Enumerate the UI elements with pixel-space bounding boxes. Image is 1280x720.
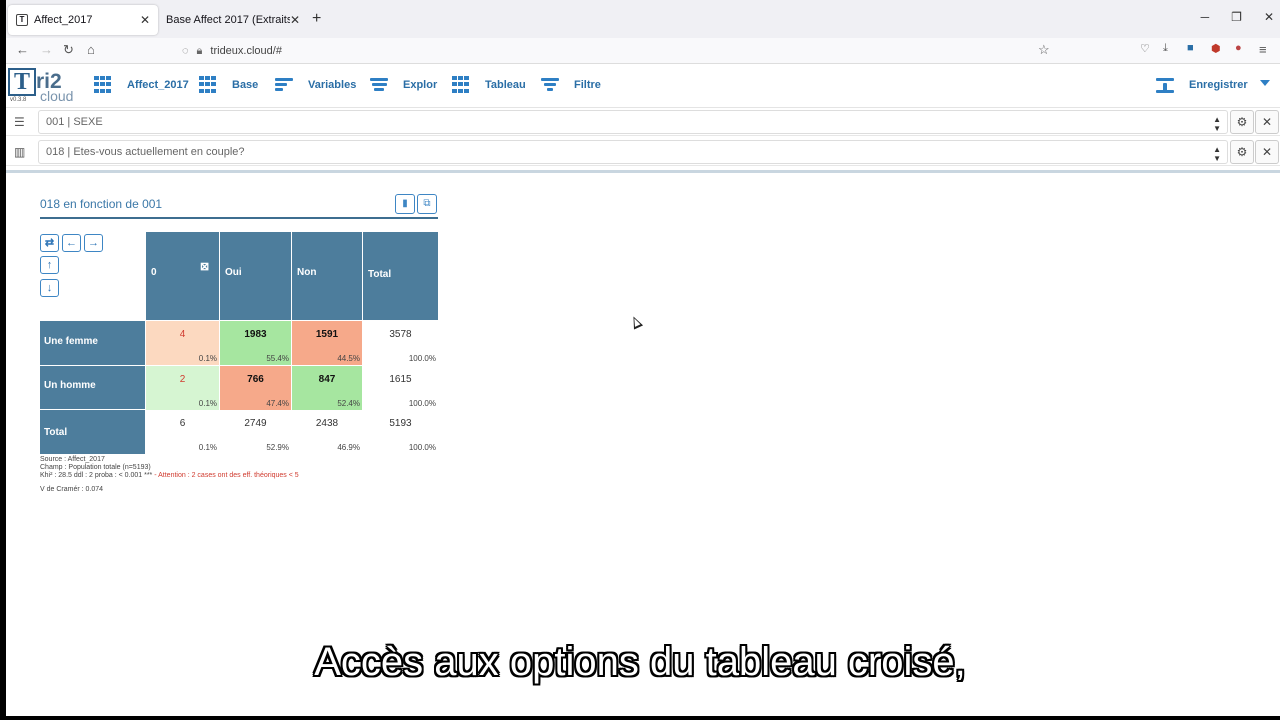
column-settings-gear-icon[interactable]: ⚙ [1230,140,1254,164]
browser-tab-base[interactable]: Base Affect 2017 (Extraits)(1) ✕ [158,5,308,35]
tri2-favicon-icon: T [16,14,28,26]
home-icon[interactable]: ⌂ [87,42,95,57]
title-underline [40,217,438,219]
columns-chart-icon: ▥ [14,145,26,159]
explor-bars-icon [370,76,391,94]
table-cell: 2 0.1% [146,366,219,410]
table-add-icon [94,76,115,94]
video-frame-edge [0,0,6,720]
browser-tab-affect[interactable]: T Affect_2017 ✕ [8,5,158,35]
minimize-icon[interactable]: ─ [1201,10,1210,24]
table-cell: 6 0.1% [146,410,219,454]
tri2-logo: T ri2 cloud v0.3.8 [8,68,74,104]
back-arrow-icon[interactable]: ← [16,42,29,57]
video-frame-edge [0,716,1280,720]
window-close-icon[interactable]: ✕ [1264,10,1274,24]
table-cell: 847 52.4% [292,366,362,410]
forward-arrow-icon[interactable]: → [40,42,53,57]
chart-view-icon[interactable]: ▮ [395,194,415,214]
pocket-icon[interactable]: ♡ [1140,42,1150,55]
crosstab-title: 018 en fonction de 001 [40,197,163,211]
table-cell: 3578 100.0% [363,321,438,365]
lock-icon: 🔒︎ [196,44,203,57]
table-cell: 766 47.4% [220,366,291,410]
select-updown-icon: ▲ ▼ [1213,145,1221,163]
move-up-icon[interactable]: ↑ [40,256,59,274]
swap-axes-icon[interactable]: ⇄ [40,234,59,252]
table-search-icon [199,76,220,94]
save-button[interactable]: Enregistrer [1156,76,1248,94]
warning-text: - Attention : 2 cases ont des eff. théor… [154,472,299,479]
table-cell: 1591 44.5% [292,321,362,365]
column-header[interactable]: 0 ⊠ [146,232,219,320]
select-updown-icon: ▲ ▼ [1213,115,1221,133]
menu-explor[interactable]: Explor [370,76,437,94]
row-settings-gear-icon[interactable]: ⚙ [1230,110,1254,134]
move-down-icon[interactable]: ↓ [40,279,59,297]
menu-affect[interactable]: Affect_2017 [94,76,189,94]
toolbar-divider [6,170,1280,173]
new-tab-plus-icon[interactable]: + [312,10,321,28]
table-footnotes: Source : Affect_2017 Champ : Population … [40,456,299,493]
browser-nav-bar: ← → ↻ ⌂ ◌ 🔒︎ trideux.cloud/# ☆ ♡ ⤓ ■ ⬢ ●… [6,38,1280,64]
column-variable-selector: ▥ 018 | Etes-vous actuellement en couple… [6,138,1280,166]
row-variable-selector: ☰ 001 | SEXE ▲ ▼ ⚙ ✕ [6,108,1280,136]
row-remove-close-icon[interactable]: ✕ [1255,110,1279,134]
hamburger-menu-icon[interactable]: ≡ [1259,42,1267,57]
table-cell: 1983 55.4% [220,321,291,365]
extension-icon[interactable]: ■ [1187,42,1194,54]
close-icon[interactable]: ✕ [140,13,150,27]
download-icon[interactable]: ⤓ [1163,42,1168,55]
ublock-shield-icon[interactable]: ⬢ [1211,42,1221,55]
filter-funnel-icon [541,76,562,94]
column-remove-close-icon[interactable]: ✕ [1255,140,1279,164]
url-bar[interactable]: ◌ 🔒︎ trideux.cloud/# [182,40,1062,62]
restore-icon[interactable]: ❐ [1231,10,1242,24]
row-label[interactable]: Un homme [40,366,145,409]
menu-base[interactable]: Base [199,76,258,94]
url-text: trideux.cloud/# [210,45,282,57]
row-label[interactable]: Total [40,410,145,454]
menu-tableau[interactable]: Tableau [452,76,526,94]
tab-label: Base Affect 2017 (Extraits)(1) [166,14,290,26]
table-cell: 4 0.1% [146,321,219,365]
bookmark-star-icon[interactable]: ☆ [1038,42,1050,58]
table-cell: 5193 100.0% [363,410,438,454]
save-dropdown-caret-icon[interactable] [1260,80,1270,86]
column-header[interactable]: Non [292,232,362,320]
row-label[interactable]: Une femme [40,321,145,365]
tab-label: Affect_2017 [34,14,93,26]
menu-variables[interactable]: Variables [275,76,356,94]
table-cell: 2749 52.9% [220,410,291,454]
column-header[interactable]: Total [363,232,438,320]
column-variable-select[interactable]: 018 | Etes-vous actuellement en couple? … [38,140,1228,164]
browser-tab-bar: T Affect_2017 ✕ Base Affect 2017 (Extrai… [6,0,1280,38]
reload-icon[interactable]: ↻ [63,42,74,58]
column-header[interactable]: Oui [220,232,291,320]
table-grid-icon [452,76,473,94]
copy-table-icon[interactable]: ⧉ [417,194,437,214]
row-variable-select[interactable]: 001 | SEXE ▲ ▼ [38,110,1228,134]
rows-list-icon: ☰ [14,115,25,129]
video-subtitle: Accès aux options du tableau croisé, [314,640,966,684]
app-toolbar: T ri2 cloud v0.3.8 Affect_2017 Base Vari… [6,64,1280,108]
extension-red-icon[interactable]: ● [1235,42,1242,54]
close-icon[interactable]: ✕ [290,13,300,27]
mouse-cursor-icon [628,314,644,330]
menu-filtre[interactable]: Filtre [541,76,601,94]
table-cell: 1615 100.0% [363,366,438,410]
save-icon [1156,76,1177,94]
shield-icon: ◌ [182,45,189,57]
move-right-icon[interactable]: → [84,234,103,252]
hide-column-x-icon[interactable]: ⊠ [200,260,209,273]
move-left-icon[interactable]: ← [62,234,81,252]
variables-bars-icon [275,76,296,94]
table-cell: 2438 46.9% [292,410,362,454]
